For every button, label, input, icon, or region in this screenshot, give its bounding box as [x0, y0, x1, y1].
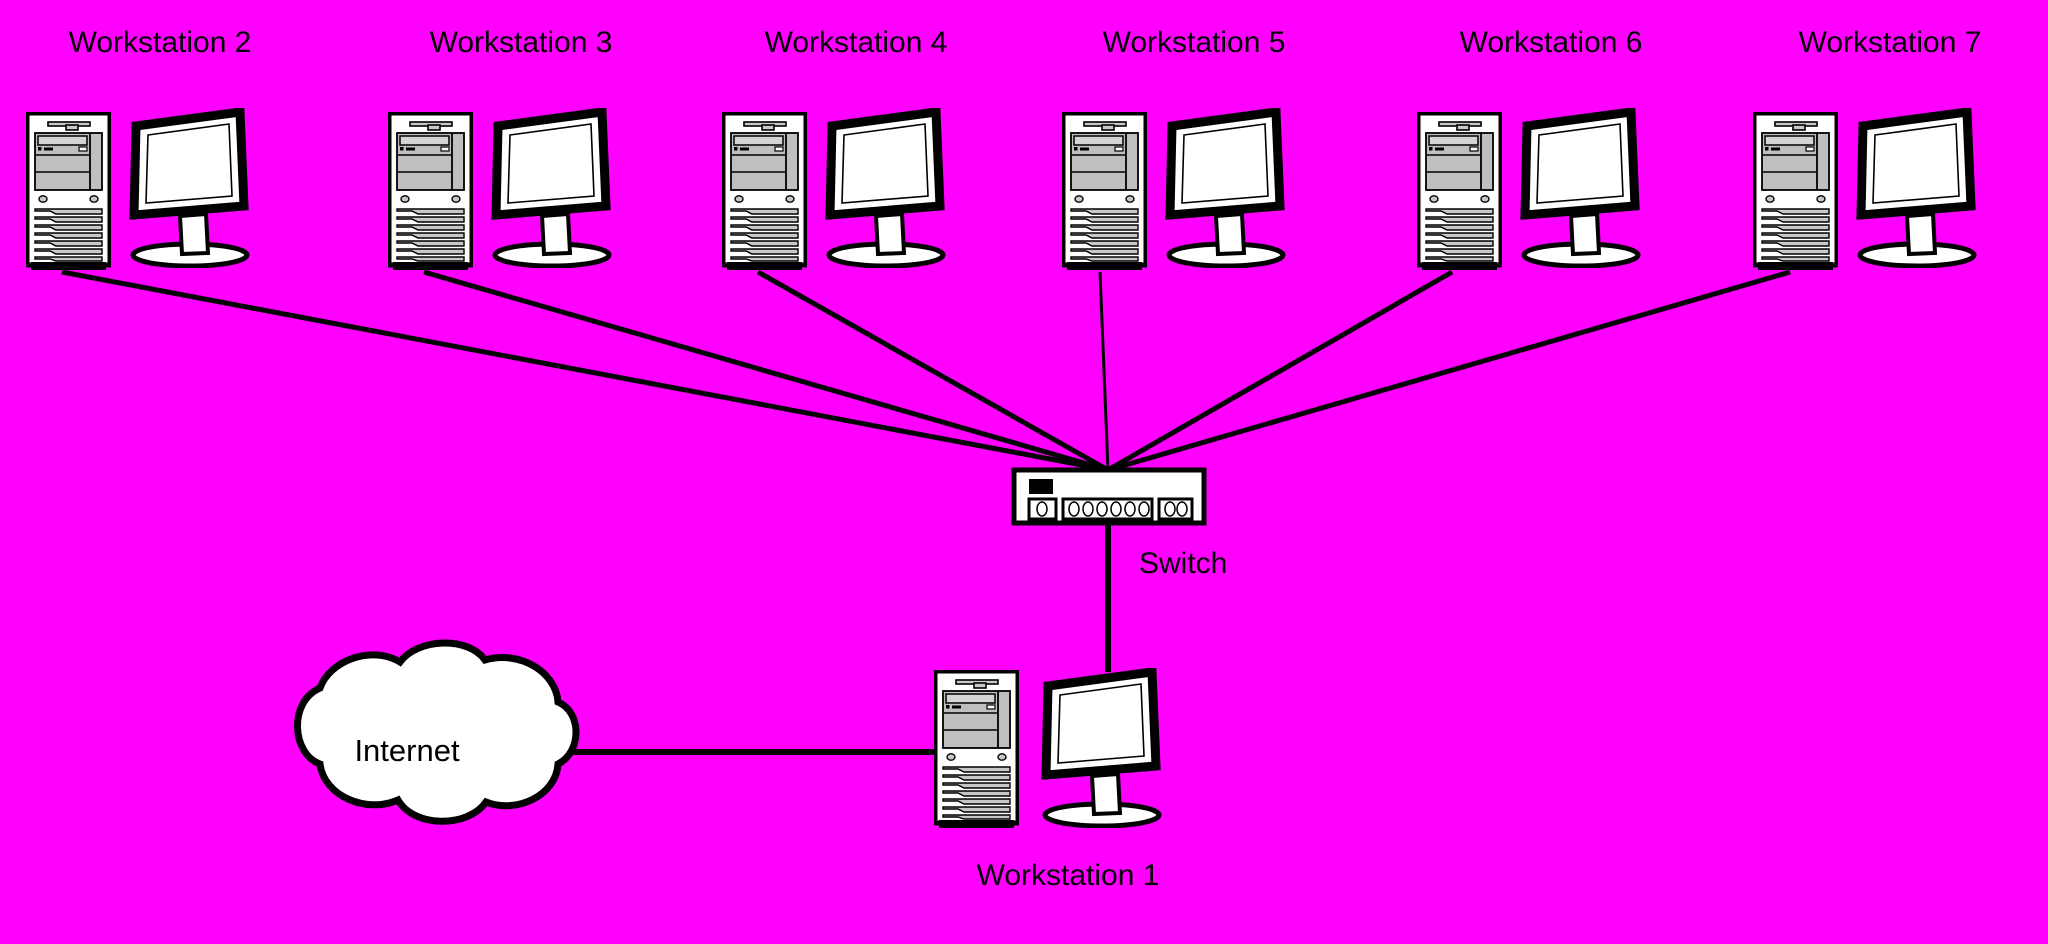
diagram-svg: Workstation 2 Workstation 3 Workstation … [0, 26, 1982, 892]
workstation-7-group[interactable] [1754, 112, 1974, 270]
workstation-label: Workstation 3 [430, 26, 613, 59]
workstation-label: Workstation 1 [977, 859, 1160, 892]
monitor-icon[interactable] [1524, 112, 1638, 266]
switch-port-icon [1036, 501, 1048, 517]
monitor-icon[interactable] [133, 112, 247, 266]
link-ws5-switch [1098, 271, 1110, 471]
workstation-1-group[interactable]: Workstation 1 [935, 671, 1159, 892]
workstation-5-group[interactable] [1063, 112, 1283, 270]
monitor-icon[interactable] [829, 112, 943, 266]
top-workstation-labels: Workstation 2 Workstation 3 Workstation … [69, 26, 1982, 59]
link-ws6-switch [1106, 269, 1454, 473]
link-ws7-switch [1107, 269, 1791, 473]
monitor-icon[interactable] [1860, 112, 1974, 266]
computer-tower-icon[interactable] [1754, 113, 1837, 270]
internet-cloud-group[interactable]: Internet [294, 639, 580, 825]
switch-port-icon [1096, 501, 1108, 517]
switch-port-icon [1068, 501, 1080, 517]
switch-label: Switch [1139, 547, 1227, 580]
switch-port-icon [1124, 501, 1136, 517]
computer-tower-icon[interactable] [1418, 113, 1501, 270]
monitor-icon[interactable] [495, 112, 609, 266]
switch-port-icon [1082, 501, 1094, 517]
switch-port-icon [1110, 501, 1122, 517]
workstation-4-group[interactable] [723, 112, 943, 270]
computer-tower-icon[interactable] [935, 671, 1018, 828]
computer-tower-icon[interactable] [27, 113, 110, 270]
workstation-label: Workstation 4 [765, 26, 948, 59]
workstation-label: Workstation 2 [69, 26, 252, 59]
link-ws4-switch [756, 269, 1110, 473]
workstation-6-group[interactable] [1418, 112, 1638, 270]
workstation-3-group[interactable] [389, 112, 609, 270]
switch-group[interactable]: Switch [1011, 467, 1227, 580]
workstation-2-group[interactable] [27, 112, 247, 270]
switch-port-icon [1164, 501, 1176, 517]
monitor-icon[interactable] [1169, 112, 1283, 266]
link-ws3-switch [423, 269, 1109, 473]
switch-port-icon [1176, 501, 1188, 517]
computer-tower-icon[interactable] [389, 113, 472, 270]
link-ws2-switch [61, 269, 1109, 473]
computer-tower-icon[interactable] [723, 113, 806, 270]
workstation-label: Workstation 6 [1460, 26, 1643, 59]
workstation-label: Workstation 7 [1799, 26, 1982, 59]
workstation-label: Workstation 5 [1103, 26, 1286, 59]
switch-port-icon [1138, 501, 1150, 517]
monitor-icon[interactable] [1045, 672, 1159, 826]
switch-led-icon [1029, 479, 1053, 494]
internet-label: Internet [354, 733, 460, 768]
network-diagram-canvas: Workstation 2 Workstation 3 Workstation … [0, 0, 2048, 944]
computer-tower-icon[interactable] [1063, 113, 1146, 270]
